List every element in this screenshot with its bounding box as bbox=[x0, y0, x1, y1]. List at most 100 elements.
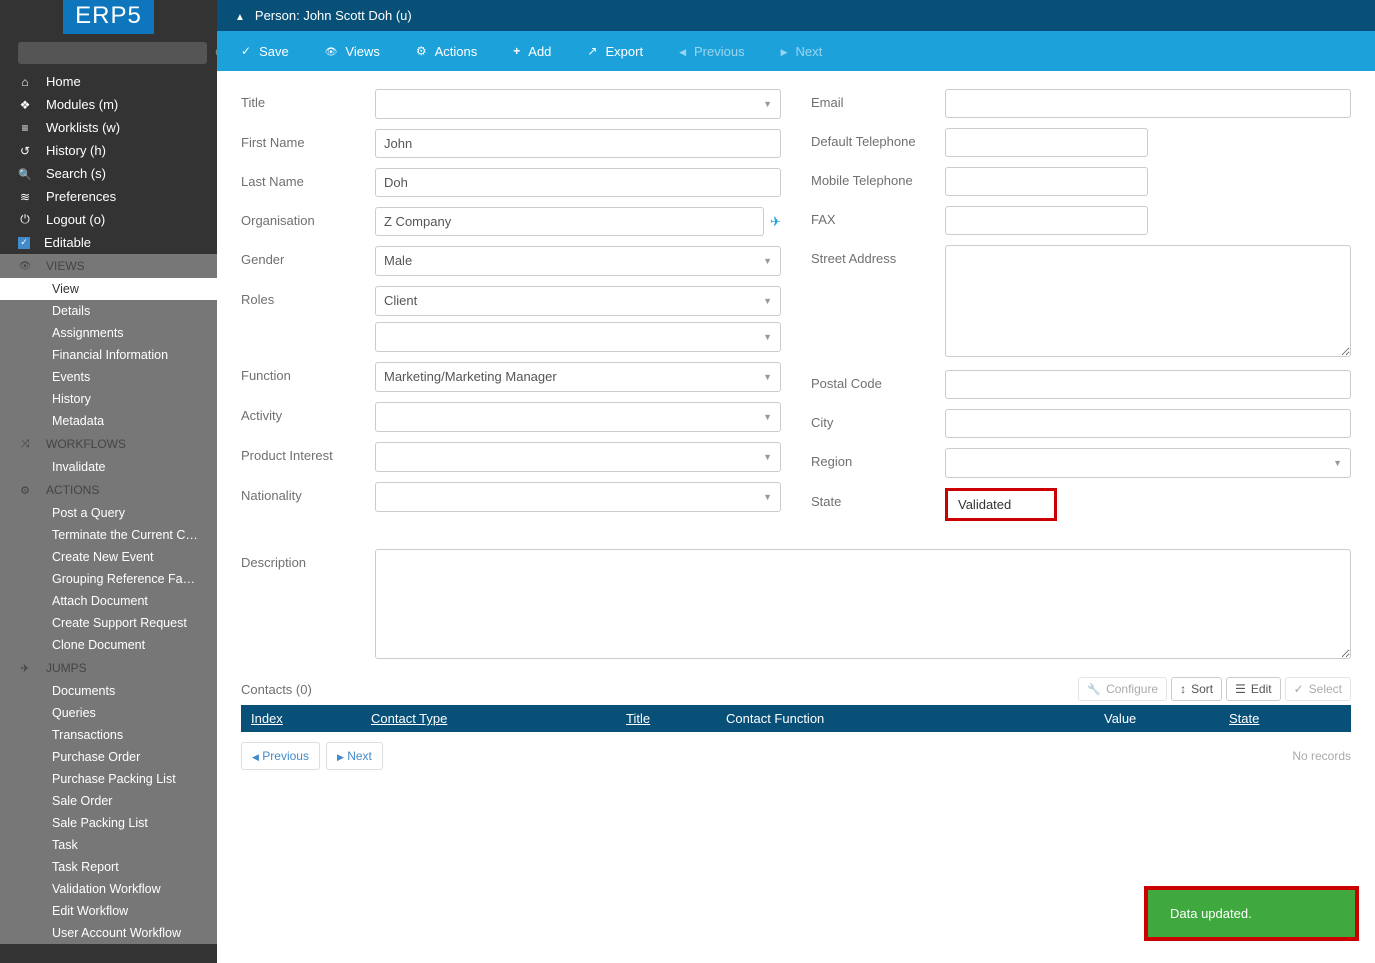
toolbar: Save Views Actions Add Export Previous N… bbox=[217, 31, 1375, 71]
nav-editable[interactable]: ✓Editable bbox=[0, 231, 217, 254]
eye-icon bbox=[325, 44, 338, 58]
views-item-financial[interactable]: Financial Information bbox=[0, 344, 217, 366]
views-item-details[interactable]: Details bbox=[0, 300, 217, 322]
jumps-item-validation-wf[interactable]: Validation Workflow bbox=[0, 878, 217, 900]
logout-icon bbox=[18, 212, 32, 227]
first-name-input[interactable] bbox=[375, 129, 781, 158]
activity-select[interactable] bbox=[375, 402, 781, 432]
function-select[interactable]: Marketing/Marketing Manager bbox=[375, 362, 781, 392]
nationality-select[interactable] bbox=[375, 482, 781, 512]
plus-icon bbox=[513, 44, 520, 58]
actions-button[interactable]: Actions bbox=[398, 34, 495, 69]
editable-checkbox[interactable]: ✓ bbox=[18, 237, 30, 249]
col-index[interactable]: Index bbox=[251, 711, 371, 726]
region-label: Region bbox=[811, 448, 945, 469]
breadcrumb-up-icon[interactable] bbox=[235, 8, 245, 23]
eye-icon bbox=[18, 260, 32, 272]
export-icon bbox=[587, 44, 597, 58]
views-item-events[interactable]: Events bbox=[0, 366, 217, 388]
nav-home[interactable]: Home bbox=[0, 70, 217, 93]
nav-search[interactable]: Search (s) bbox=[0, 162, 217, 185]
role2-select[interactable] bbox=[375, 322, 781, 352]
views-item-view[interactable]: View bbox=[0, 278, 217, 300]
title-select[interactable] bbox=[375, 89, 781, 119]
product-interest-select[interactable] bbox=[375, 442, 781, 472]
email-input[interactable] bbox=[945, 89, 1351, 118]
organisation-label: Organisation bbox=[241, 207, 375, 228]
nav-history[interactable]: History (h) bbox=[0, 139, 217, 162]
col-state[interactable]: State bbox=[1229, 711, 1341, 726]
jumps-item-queries[interactable]: Queries bbox=[0, 702, 217, 724]
save-button[interactable]: Save bbox=[223, 34, 307, 69]
check-icon bbox=[1294, 682, 1304, 696]
organisation-input[interactable] bbox=[375, 207, 764, 236]
shuffle-icon bbox=[18, 438, 32, 451]
fax-input[interactable] bbox=[945, 206, 1148, 235]
edit-button[interactable]: Edit bbox=[1226, 677, 1280, 701]
chevron-left-icon bbox=[679, 44, 686, 58]
mobile-tel-input[interactable] bbox=[945, 167, 1148, 196]
add-button[interactable]: Add bbox=[495, 34, 569, 69]
gender-select[interactable]: Male bbox=[375, 246, 781, 276]
col-title[interactable]: Title bbox=[626, 711, 726, 726]
views-item-metadata[interactable]: Metadata bbox=[0, 410, 217, 432]
jumps-item-task-report[interactable]: Task Report bbox=[0, 856, 217, 878]
role1-select[interactable]: Client bbox=[375, 286, 781, 316]
gender-label: Gender bbox=[241, 246, 375, 267]
sort-button[interactable]: Sort bbox=[1171, 677, 1222, 701]
cog-icon bbox=[416, 44, 427, 58]
nav-logout[interactable]: Logout (o) bbox=[0, 208, 217, 231]
jumps-item-edit-wf[interactable]: Edit Workflow bbox=[0, 900, 217, 922]
actions-item-grouping[interactable]: Grouping Reference Fast Input bbox=[0, 568, 217, 590]
no-records-text: No records bbox=[1292, 749, 1351, 763]
nav-worklists[interactable]: Worklists (w) bbox=[0, 116, 217, 139]
jumps-item-task[interactable]: Task bbox=[0, 834, 217, 856]
actions-item-post-query[interactable]: Post a Query bbox=[0, 502, 217, 524]
postal-label: Postal Code bbox=[811, 370, 945, 391]
actions-item-terminate[interactable]: Terminate the Current Career... bbox=[0, 524, 217, 546]
jumps-item-transactions[interactable]: Transactions bbox=[0, 724, 217, 746]
jumps-item-spl[interactable]: Sale Packing List bbox=[0, 812, 217, 834]
actions-item-support[interactable]: Create Support Request bbox=[0, 612, 217, 634]
street-textarea[interactable] bbox=[945, 245, 1351, 357]
cog-icon bbox=[18, 484, 32, 497]
col-contact-type[interactable]: Contact Type bbox=[371, 711, 626, 726]
jumps-item-user-wf[interactable]: User Account Workflow bbox=[0, 922, 217, 944]
postal-input[interactable] bbox=[945, 370, 1351, 399]
nav-modules[interactable]: Modules (m) bbox=[0, 93, 217, 116]
city-input[interactable] bbox=[945, 409, 1351, 438]
breadcrumb-text[interactable]: Person: John Scott Doh (u) bbox=[255, 8, 412, 23]
sidebar-search-input[interactable] bbox=[18, 42, 207, 64]
roles-label: Roles bbox=[241, 286, 375, 307]
organisation-jump-icon[interactable] bbox=[770, 214, 781, 230]
workflows-item-invalidate[interactable]: Invalidate bbox=[0, 456, 217, 478]
pager-previous[interactable]: Previous bbox=[241, 742, 320, 770]
section-jumps-head: JUMPS bbox=[0, 656, 217, 680]
email-label: Email bbox=[811, 89, 945, 110]
default-tel-input[interactable] bbox=[945, 128, 1148, 157]
actions-item-attach[interactable]: Attach Document bbox=[0, 590, 217, 612]
actions-item-clone[interactable]: Clone Document bbox=[0, 634, 217, 656]
views-button[interactable]: Views bbox=[307, 34, 398, 69]
jumps-item-sale-order[interactable]: Sale Order bbox=[0, 790, 217, 812]
state-value: Validated bbox=[945, 488, 1057, 521]
nav-preferences[interactable]: Preferences bbox=[0, 185, 217, 208]
views-item-assignments[interactable]: Assignments bbox=[0, 322, 217, 344]
nationality-label: Nationality bbox=[241, 482, 375, 503]
actions-item-new-event[interactable]: Create New Event bbox=[0, 546, 217, 568]
views-item-history[interactable]: History bbox=[0, 388, 217, 410]
jumps-item-documents[interactable]: Documents bbox=[0, 680, 217, 702]
previous-button: Previous bbox=[661, 34, 763, 69]
col-value: Value bbox=[1104, 711, 1229, 726]
region-select[interactable] bbox=[945, 448, 1351, 478]
last-name-input[interactable] bbox=[375, 168, 781, 197]
export-button[interactable]: Export bbox=[569, 34, 661, 69]
jumps-item-ppl[interactable]: Purchase Packing List bbox=[0, 768, 217, 790]
jumps-item-purchase-order[interactable]: Purchase Order bbox=[0, 746, 217, 768]
description-textarea[interactable] bbox=[375, 549, 1351, 659]
fax-label: FAX bbox=[811, 206, 945, 227]
pager-next[interactable]: Next bbox=[326, 742, 383, 770]
chevron-left-icon bbox=[252, 749, 259, 763]
default-tel-label: Default Telephone bbox=[811, 128, 945, 149]
search-nav-icon bbox=[18, 167, 32, 181]
